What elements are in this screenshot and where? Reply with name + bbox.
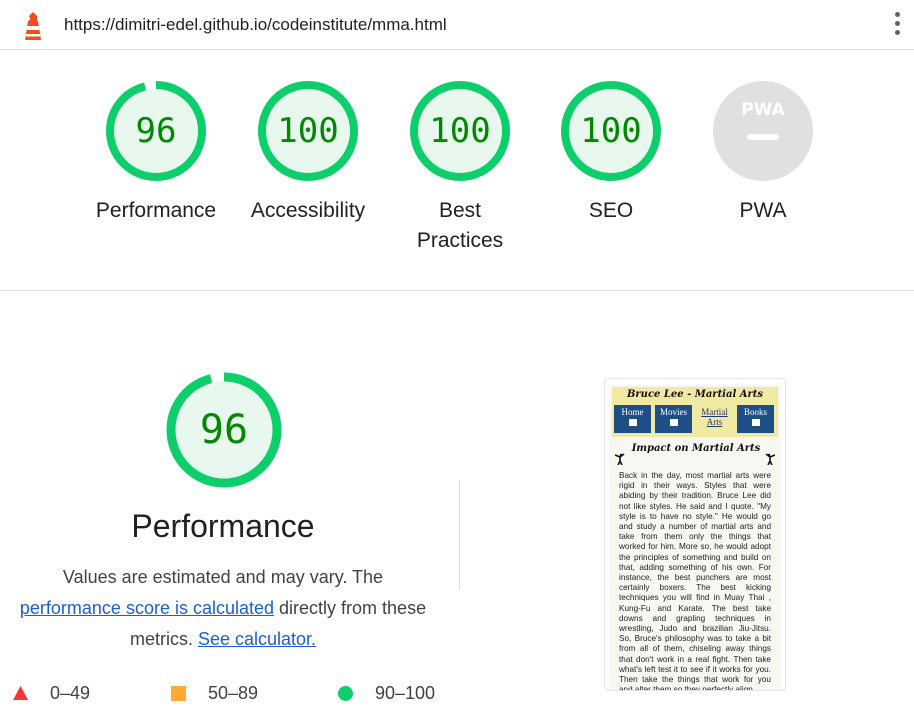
kick-figure-icon: [615, 453, 625, 465]
thumb-nav-home: Home: [614, 405, 651, 433]
thumb-body-text: Back in the day, most martial arts were …: [619, 471, 771, 691]
thumb-nav-movies: Movies: [655, 405, 692, 433]
book-icon: [751, 419, 760, 426]
gauge-label-line2: Practices: [416, 229, 504, 252]
thumb-nav-label: Martial: [701, 407, 728, 417]
gauge-label: SEO: [588, 199, 634, 222]
gauge-label: Best Practices: [390, 196, 530, 256]
thumbnail-page: Bruce Lee - Martial Arts Home Movies Mar…: [609, 385, 781, 691]
see-calculator-link[interactable]: See calculator.: [198, 629, 316, 649]
gauge-label-line1: Best: [438, 199, 482, 222]
kick-figure-icon-right: [765, 453, 775, 465]
thumb-nav-martial-arts: Martial Arts: [696, 405, 733, 433]
gauge-pwa[interactable]: PWA PWA: [693, 81, 833, 226]
film-icon: [669, 419, 678, 426]
lighthouse-icon: [22, 11, 44, 41]
desc-text-3: metrics.: [129, 629, 193, 649]
gauge-best-practices[interactable]: 100 Best Practices: [390, 81, 530, 256]
gauge-performance[interactable]: 96 Performance: [86, 81, 226, 226]
thumb-nav-label: Books: [743, 407, 767, 417]
gauge-accessibility[interactable]: 100 Accessibility: [238, 81, 378, 226]
legend-range: 0–49: [50, 683, 91, 703]
gauge-score: 100: [580, 111, 642, 151]
gauge-seo[interactable]: 100 SEO: [541, 81, 681, 226]
score-calculated-link[interactable]: performance score is calculated: [20, 598, 274, 618]
legend-range: 90–100: [375, 683, 436, 703]
divider: [459, 480, 460, 590]
gauge-score: 96: [135, 111, 177, 151]
gauge-label: PWA: [739, 199, 787, 222]
performance-description: Values are estimated and may vary. The p…: [0, 562, 446, 655]
url-text[interactable]: https://dimitri-edel.github.io/codeinsti…: [64, 15, 447, 35]
more-options-icon[interactable]: [894, 12, 902, 40]
thumb-nav-label: Home: [621, 407, 644, 417]
pass-circle-icon: [338, 686, 353, 701]
performance-score: 96: [199, 407, 249, 453]
thumb-site-title: Bruce Lee - Martial Arts: [626, 389, 764, 400]
legend-range: 50–89: [208, 683, 259, 703]
fail-triangle-icon: [13, 686, 28, 700]
svg-text:PWA: PWA: [741, 100, 785, 120]
gauge-label: Accessibility: [250, 199, 366, 222]
average-square-icon: [171, 686, 186, 701]
performance-gauge-large: 96: [166, 372, 282, 488]
performance-title: Performance: [131, 508, 315, 544]
address-bar: https://dimitri-edel.github.io/codeinsti…: [0, 0, 914, 50]
score-gauges: 96 Performance 100 Accessibility 100 Bes…: [0, 51, 914, 291]
thumb-site-header: Bruce Lee - Martial Arts Home Movies Mar…: [612, 387, 778, 437]
pwa-badge-icon: PWA: [713, 81, 813, 181]
page-screenshot-thumbnail[interactable]: Bruce Lee - Martial Arts Home Movies Mar…: [604, 378, 786, 691]
desc-text-2: directly from these: [279, 598, 427, 618]
thumb-section-title: Impact on Martial Arts: [631, 443, 761, 454]
gauge-score: 100: [429, 111, 491, 151]
gauge-label: Performance: [95, 199, 217, 222]
thumb-nav-books: Books: [737, 405, 774, 433]
thumb-nav-label: Movies: [660, 407, 687, 417]
gauge-score: 100: [277, 111, 339, 151]
desc-text-1: Values are estimated and may vary. The: [62, 567, 384, 587]
home-icon: [628, 419, 637, 426]
thumb-nav-label-2: Arts: [706, 417, 723, 427]
